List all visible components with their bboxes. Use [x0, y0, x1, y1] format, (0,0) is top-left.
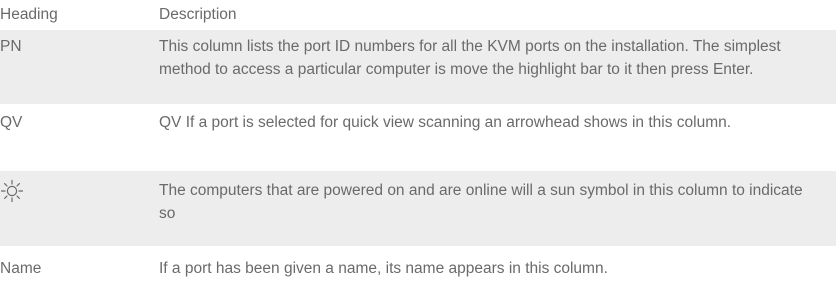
table-row: The computers that are powered on and ar…: [0, 171, 836, 247]
header-description: Description: [159, 6, 237, 23]
table-row: Name If a port has been given a name, it…: [0, 247, 836, 289]
row-heading: [0, 171, 159, 246]
row-description: QV If a port is selected for quick view …: [159, 114, 732, 131]
heading-description-table: Heading Description PN This column lists…: [0, 0, 836, 289]
header-heading: Heading: [0, 6, 58, 23]
table-header-row: Heading Description: [0, 0, 836, 30]
row-heading: PN: [0, 38, 22, 55]
row-heading: Name: [0, 260, 42, 277]
row-heading: QV: [0, 114, 23, 131]
row-description: The computers that are powered on and ar…: [159, 182, 803, 222]
sun-icon: [0, 179, 24, 203]
row-description: If a port has been given a name, its nam…: [159, 260, 608, 277]
row-description: This column lists the port ID numbers fo…: [159, 38, 781, 78]
table-row: PN This column lists the port ID numbers…: [0, 30, 836, 105]
table-row: QV QV If a port is selected for quick vi…: [0, 105, 836, 171]
